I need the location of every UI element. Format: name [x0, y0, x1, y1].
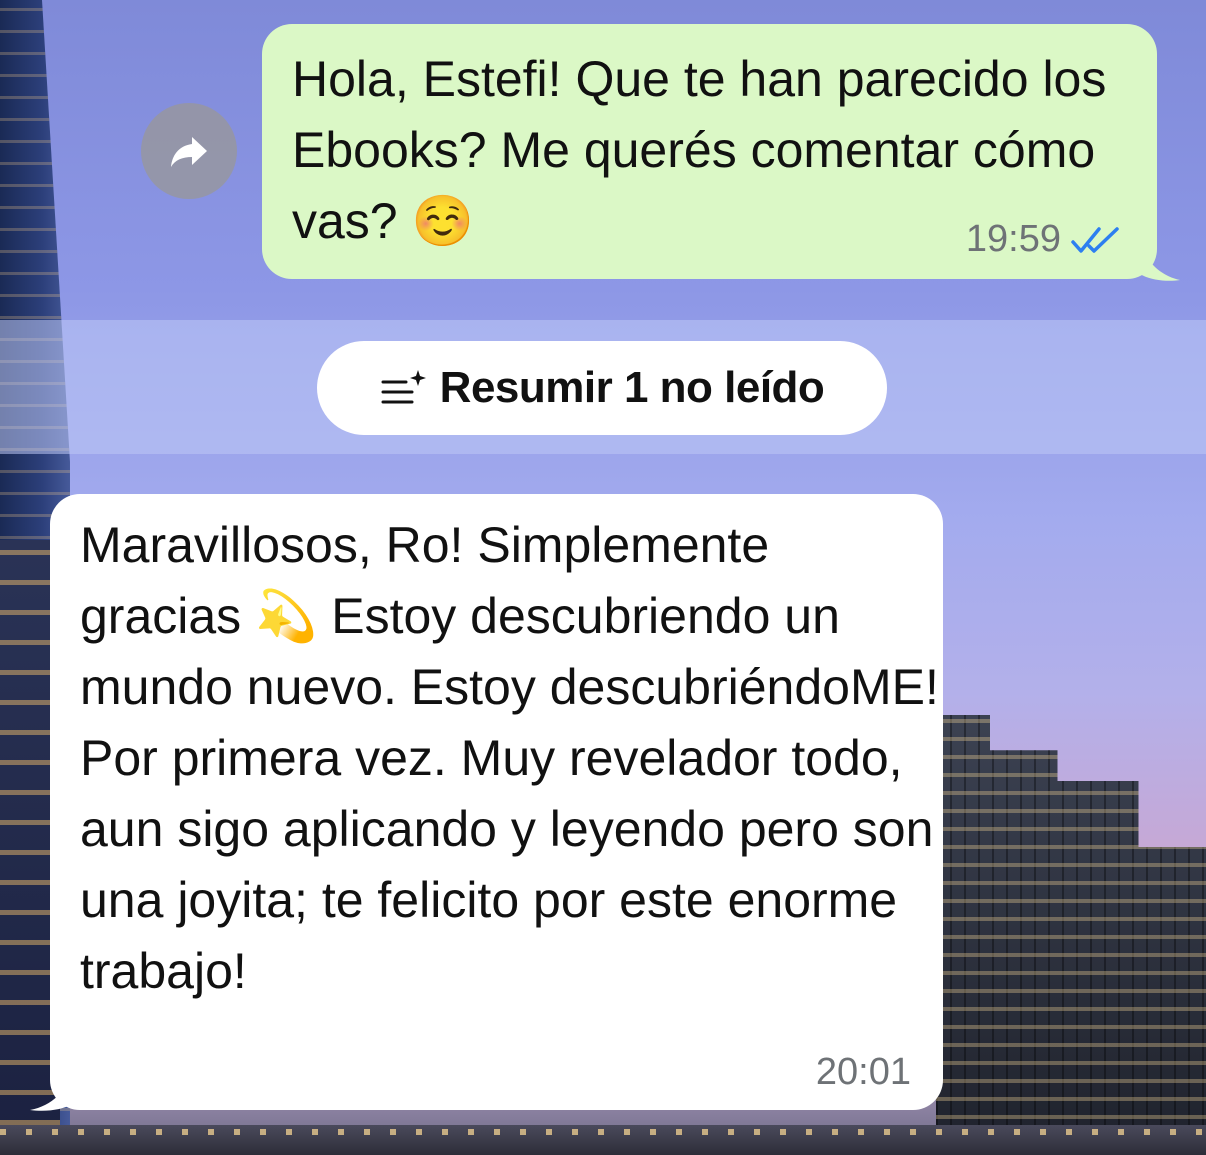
- background-ground: [0, 1125, 1206, 1155]
- double-check-icon: [1069, 224, 1127, 256]
- incoming-message-time: 20:01: [815, 1051, 911, 1093]
- outgoing-message-meta: 19:59: [966, 218, 1127, 261]
- forward-button[interactable]: [141, 103, 237, 199]
- incoming-message-text: Maravillosos, Ro! Simplemente gracias 💫 …: [80, 517, 953, 999]
- chat-background: Hola, Estefi! Que te han parecido los Eb…: [0, 0, 1206, 1155]
- summarize-sparkle-icon: [381, 370, 426, 404]
- outgoing-bubble-tail: [1140, 240, 1180, 281]
- incoming-message-bubble[interactable]: Maravillosos, Ro! Simplemente gracias 💫 …: [50, 494, 943, 1110]
- summarize-unread-button[interactable]: Resumir 1 no leído: [317, 341, 887, 435]
- incoming-bubble-tail: [30, 1070, 72, 1111]
- forward-arrow-icon: [171, 137, 207, 167]
- outgoing-message-bubble[interactable]: Hola, Estefi! Que te han parecido los Eb…: [262, 24, 1157, 279]
- background-building-right: [936, 715, 1206, 1155]
- summarize-unread-label: Resumir 1 no leído: [439, 363, 825, 412]
- incoming-message-meta: 20:01: [816, 1051, 911, 1094]
- outgoing-message-time: 19:59: [965, 218, 1061, 260]
